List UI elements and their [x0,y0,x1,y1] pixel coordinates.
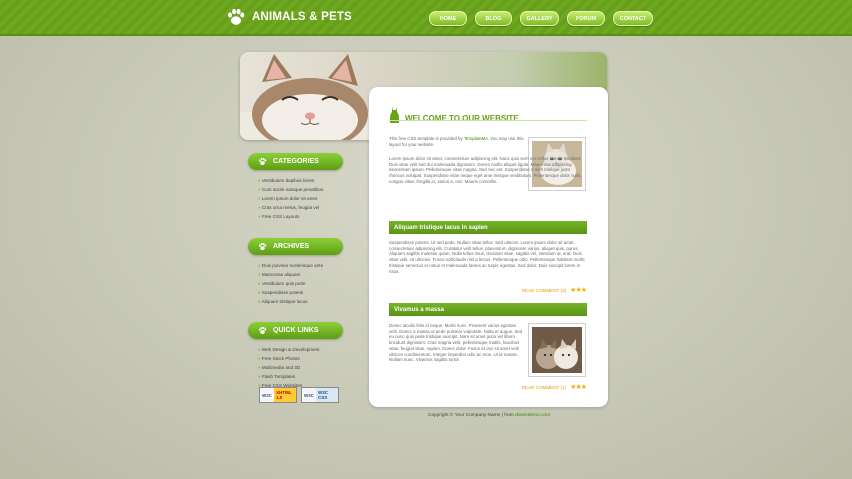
post-title-bar[interactable]: Vivamus a massa [389,303,587,316]
nav-contact[interactable]: CONTACT [613,11,653,26]
categories-list: Vestibulum dapibus lorem Cum sociis nato… [258,176,358,221]
archives-title: ARCHIVES [273,243,310,250]
categories-header: CATEGORIES [248,153,343,170]
post-title: Vivamus a massa [394,306,444,313]
validation-badges: W3C XHTML 1.0 W3C W3C CSS [259,387,339,403]
xhtml-badge[interactable]: W3C XHTML 1.0 [259,387,297,403]
footer: Copyright © Your Company Name | from dow… [428,413,551,418]
read-comment-link[interactable]: READ COMMENT (3) [522,288,567,293]
cat-photo-2 [528,323,586,377]
quicklinks-header: QUICK LINKS [248,322,343,339]
main-content: WELCOME TO OUR WEBSITE This free CSS tem… [369,87,608,407]
nav-blog[interactable]: BLOG [475,11,512,26]
post-meta: READ COMMENT (1) ★★★ [522,383,587,391]
archives-header: ARCHIVES [248,238,343,255]
site-title: ANIMALS & PETS [252,11,352,23]
paw-icon [258,157,267,166]
list-item[interactable]: Free Stock Photos [258,354,358,363]
main-nav: HOME BLOG GALLERY FORUM CONTACT [429,11,653,26]
list-item[interactable]: Cum sociis natoque penatibus [258,185,358,194]
post-title-bar[interactable]: Aliquam tristique lacus in sapien [389,221,587,234]
rating-stars: ★★★ [570,384,587,391]
templatemo-link[interactable]: TemplateMo [464,136,488,141]
copyright-text: Copyright © Your Company Name [428,413,501,418]
post-title: Aliquam tristique lacus in sapien [394,224,488,231]
sidebar: CATEGORIES Vestibulum dapibus lorem Cum … [248,153,358,390]
list-item[interactable]: Aliquam tristique lacus [258,297,358,306]
intro-text: This free CSS template is provided by Te… [389,136,524,147]
list-item[interactable]: Duis pulvinar scelerisque ante [258,261,358,270]
quicklinks-title: QUICK LINKS [273,327,319,334]
list-item[interactable]: Vestibulum quis pede [258,279,358,288]
css-badge[interactable]: W3C W3C CSS [301,387,339,403]
welcome-title: WELCOME TO OUR WEBSITE [405,114,519,123]
rating-stars: ★★★ [570,287,587,294]
welcome-paragraph: Lorem ipsum dolor sit amet, consectetuer… [389,156,582,184]
list-item[interactable]: Flash Templates [258,372,358,381]
quicklinks-list: Web Design & Development Free Stock Phot… [258,345,358,390]
nav-home[interactable]: HOME [429,11,467,26]
list-item[interactable]: Multimedia and 3D [258,363,358,372]
nav-gallery[interactable]: GALLERY [520,11,559,26]
post-meta: READ COMMENT (3) ★★★ [522,286,587,294]
paw-icon [228,8,245,25]
archives-list: Duis pulvinar scelerisque ante Maecenas … [258,261,358,306]
categories-title: CATEGORIES [273,158,319,165]
divider [389,120,587,121]
post-body: Suspendisse potenti. Ut sed pede. Nullam… [389,240,585,274]
list-item[interactable]: Suspendisse potenti [258,288,358,297]
footer-link[interactable]: dowindemo.com [515,413,550,418]
list-item[interactable]: Web Design & Development [258,345,358,354]
list-item[interactable]: Free CSS Layouts [258,212,358,221]
post-body: Donec iaculis felis id neque. Morbi nunc… [389,323,523,363]
read-comment-link[interactable]: READ COMMENT (1) [522,385,567,390]
paw-icon [258,326,267,335]
top-bar: ANIMALS & PETS HOME BLOG GALLERY FORUM C… [0,0,852,36]
list-item[interactable]: Vestibulum dapibus lorem [258,176,358,185]
list-item[interactable]: Maecenas aliquam [258,270,358,279]
nav-forum[interactable]: FORUM [567,11,605,26]
cat-image [532,327,582,373]
site-logo[interactable]: ANIMALS & PETS [226,7,352,27]
paw-icon [258,242,267,251]
list-item[interactable]: Lorem ipsum dolor sit amet [258,194,358,203]
list-item[interactable]: Cras urna metus, feugiat vel [258,203,358,212]
